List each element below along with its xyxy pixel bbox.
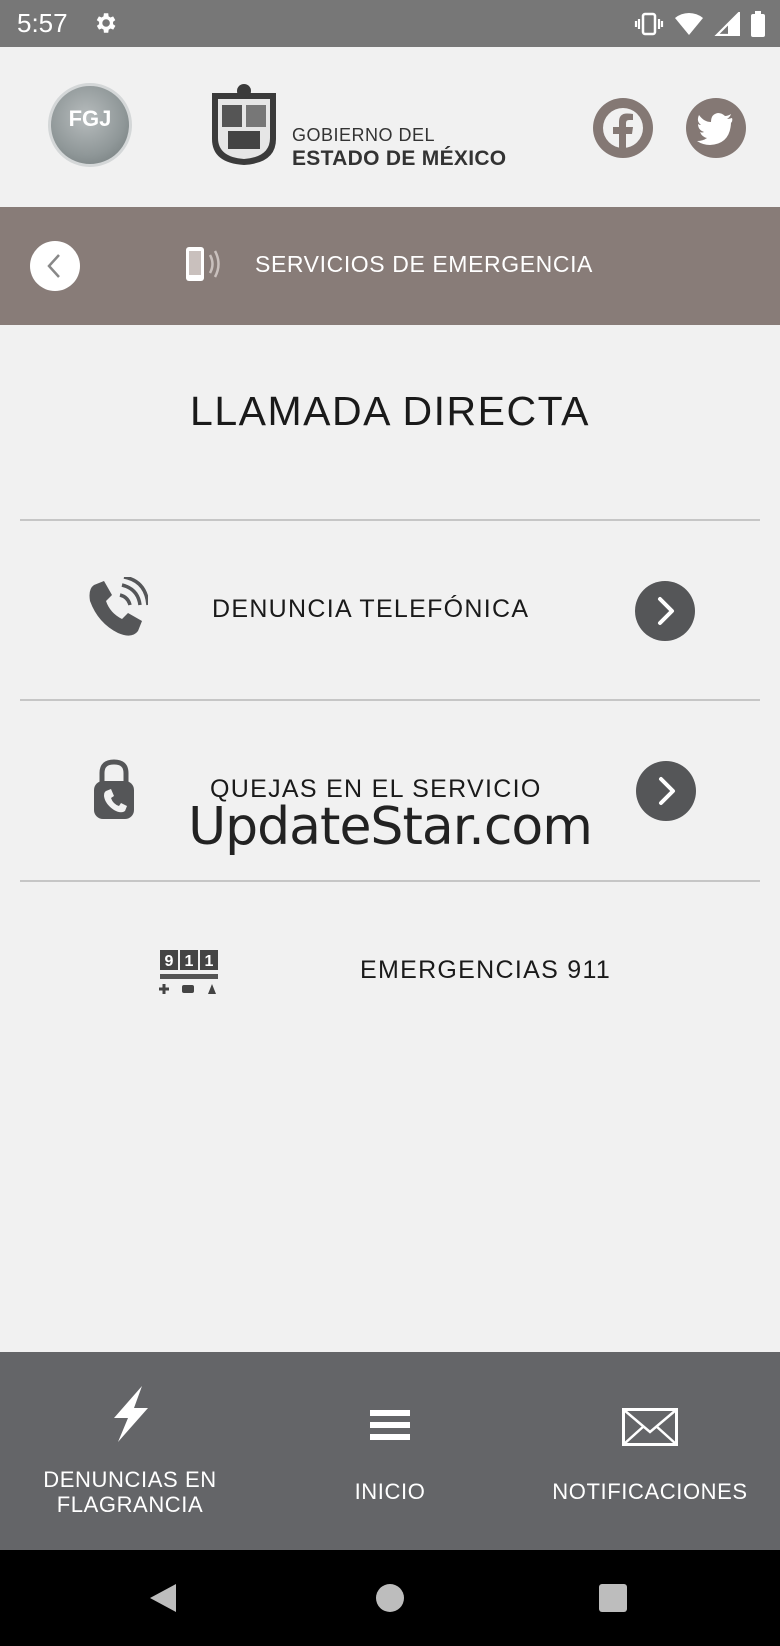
back-button[interactable] [30,241,80,291]
government-name-line2: ESTADO DE MÉXICO [292,147,507,170]
tab-label: NOTIFICACIONES [552,1479,748,1504]
open-arrow-button[interactable] [635,581,695,641]
tab-denuncias-flagrancia[interactable]: DENUNCIAS EN FLAGRANCIA [0,1352,260,1550]
tab-label: INICIO [354,1479,426,1504]
government-name-line1: GOBIERNO DEL [292,125,436,145]
list-item-emergencias-911[interactable]: 9 1 1 EMERGENCIAS 911 [20,882,760,1060]
list-item-label: EMERGENCIAS 911 [360,956,612,984]
facebook-icon [603,108,643,154]
tab-label: DENUNCIAS EN FLAGRANCIA [0,1467,260,1517]
chevron-left-icon [47,254,60,278]
svg-text:1: 1 [205,953,214,970]
system-home-icon[interactable] [374,1582,406,1614]
facebook-button[interactable] [593,98,653,158]
settings-gear-icon [96,13,116,33]
tab-inicio[interactable]: INICIO [260,1352,520,1550]
lightning-icon [114,1386,148,1442]
status-icons [634,10,766,38]
state-coat-of-arms-icon [212,84,276,165]
list-item-label: DENUNCIA TELEFÓNICA [212,595,530,623]
watermark-text: UpdateStar.com [188,797,593,857]
menu-icon [370,1410,410,1440]
list-item-denuncia-telefonica[interactable]: DENUNCIA TELEFÓNICA [20,521,760,699]
bottom-navigation: DENUNCIAS EN FLAGRANCIA INICIO NOTIFICAC… [0,1352,780,1550]
app-header: FGJ GOBIERNO DEL ESTADO DE MÉXICO [0,47,780,207]
status-bar: 5:57 [0,0,780,47]
system-back-icon[interactable] [148,1582,178,1614]
tab-notificaciones[interactable]: NOTIFICACIONES [520,1352,780,1550]
emergencias-911-icon: 9 1 1 [159,950,218,994]
vibrate-icon [634,12,664,36]
page-heading: LLAMADA DIRECTA [190,388,590,434]
chevron-right-icon [658,597,674,625]
system-navigation-bar [0,1550,780,1646]
twitter-button[interactable] [686,98,746,158]
twitter-icon [697,113,733,145]
wifi-icon [675,12,703,36]
svg-text:1: 1 [185,953,194,970]
svg-text:9: 9 [165,953,174,970]
phone-call-icon [89,577,148,636]
tab-label-line2: FLAGRANCIA [56,1492,204,1517]
status-time: 5:57 [17,8,68,38]
system-recents-icon[interactable] [598,1583,628,1613]
envelope-icon [622,1408,678,1446]
signal-icon [714,12,740,36]
section-band: SERVICIOS DE EMERGENCIA [0,207,780,325]
section-title: SERVICIOS DE EMERGENCIA [255,251,594,277]
phone-ringing-icon [186,247,220,281]
battery-icon [751,11,765,37]
tab-label-line1: DENUNCIAS EN [43,1467,217,1492]
fgj-logo-text: FGJ [68,106,112,131]
fgj-logo: FGJ [48,83,132,167]
